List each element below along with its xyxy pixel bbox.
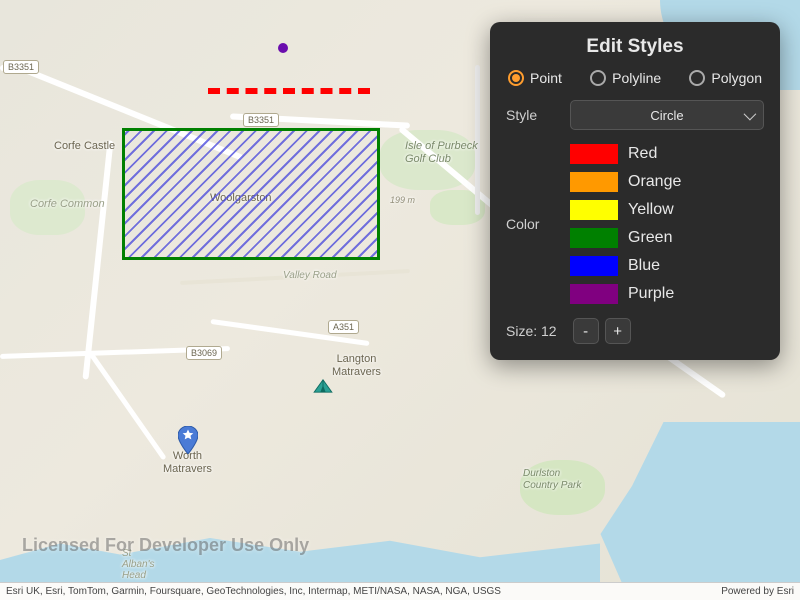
place-label: Durlston Country Park: [523, 468, 581, 491]
tab-label: Polygon: [711, 70, 762, 86]
road-shield: B3069: [186, 346, 222, 360]
polyline-graphic[interactable]: [208, 88, 370, 94]
color-option-blue[interactable]: Blue: [570, 254, 764, 278]
color-name: Green: [628, 229, 672, 247]
style-row: Style Circle: [506, 100, 764, 130]
color-option-yellow[interactable]: Yellow: [570, 198, 764, 222]
color-name: Yellow: [628, 201, 674, 219]
color-name: Red: [628, 145, 657, 163]
place-label: Isle of Purbeck Golf Club: [405, 140, 478, 165]
color-name: Orange: [628, 173, 681, 191]
color-swatch: [570, 172, 618, 192]
style-combobox[interactable]: Circle: [570, 100, 764, 130]
attribution-text: Esri UK, Esri, TomTom, Garmin, Foursquar…: [6, 586, 501, 597]
geometry-type-tabs: Point Polyline Polygon: [506, 70, 764, 86]
polygon-graphic[interactable]: [122, 128, 380, 260]
point-graphic[interactable]: [278, 43, 288, 53]
style-value: Circle: [650, 108, 683, 123]
edit-styles-panel: Edit Styles Point Polyline Polygon Style…: [490, 22, 780, 360]
map-viewport[interactable]: B3351 B3351 A351 B3069 Corfe Castle Corf…: [0, 0, 800, 600]
campsite-icon: [312, 378, 334, 394]
radio-icon: [689, 70, 705, 86]
place-label: Corfe Castle: [54, 140, 115, 152]
color-swatch: [570, 256, 618, 276]
color-row: Color Red Orange Yellow Green: [506, 142, 764, 306]
color-option-green[interactable]: Green: [570, 226, 764, 250]
color-option-orange[interactable]: Orange: [570, 170, 764, 194]
color-option-purple[interactable]: Purple: [570, 282, 764, 306]
radio-icon: [590, 70, 606, 86]
color-name: Blue: [628, 257, 660, 275]
chevron-down-icon: [744, 107, 757, 120]
size-row: Size: 12 - +: [506, 318, 764, 344]
elevation-label: 199 m: [390, 195, 415, 205]
attribution-bar: Esri UK, Esri, TomTom, Garmin, Foursquar…: [0, 582, 800, 600]
color-swatch: [570, 144, 618, 164]
road-segment: [88, 351, 167, 460]
style-label: Style: [506, 107, 558, 123]
place-label: Langton Matravers: [332, 353, 381, 378]
license-watermark: Licensed For Developer Use Only: [22, 535, 309, 556]
tab-polygon[interactable]: Polygon: [689, 70, 762, 86]
size-increment-button[interactable]: +: [605, 318, 631, 344]
road-name-label: Valley Road: [283, 270, 337, 281]
road-segment: [82, 140, 113, 379]
tab-polyline[interactable]: Polyline: [590, 70, 661, 86]
star-marker-icon[interactable]: [178, 426, 198, 454]
color-label: Color: [506, 216, 558, 232]
road-shield: A351: [328, 320, 359, 334]
color-name: Purple: [628, 285, 674, 303]
color-swatch: [570, 284, 618, 304]
size-label: Size: 12: [506, 323, 557, 339]
tab-point[interactable]: Point: [508, 70, 562, 86]
powered-by-esri[interactable]: Powered by Esri: [721, 586, 794, 597]
place-label: Corfe Common: [30, 198, 105, 210]
panel-title: Edit Styles: [506, 36, 764, 58]
road-shield: B3351: [243, 113, 279, 127]
size-stepper: - +: [573, 318, 631, 344]
color-option-red[interactable]: Red: [570, 142, 764, 166]
size-decrement-button[interactable]: -: [573, 318, 599, 344]
color-swatch: [570, 228, 618, 248]
color-list: Red Orange Yellow Green Blue: [570, 142, 764, 306]
color-swatch: [570, 200, 618, 220]
road-shield: B3351: [3, 60, 39, 74]
tab-label: Polyline: [612, 70, 661, 86]
radio-icon: [508, 70, 524, 86]
sea-area: [590, 422, 800, 582]
size-value: 12: [541, 323, 557, 339]
tab-label: Point: [530, 70, 562, 86]
